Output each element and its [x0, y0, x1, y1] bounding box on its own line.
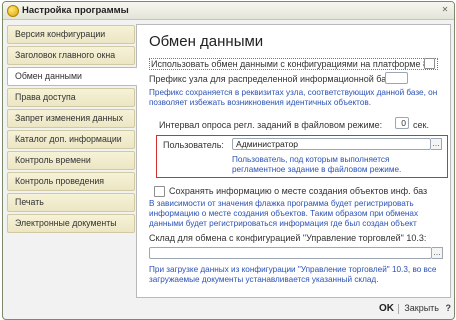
user-note: Пользователь, под которым выполняется ре…	[232, 155, 402, 174]
window-title: Настройка программы	[22, 5, 129, 16]
warehouse-label: Склад для обмена с конфигурацией "Управл…	[149, 233, 427, 243]
sidebar-item-label: Электронные документы	[15, 218, 117, 228]
warehouse-select-button[interactable]: …	[432, 247, 443, 259]
sidebar-item-posting-control[interactable]: Контроль проведения	[7, 172, 135, 191]
sidebar-item-print[interactable]: Печать	[7, 193, 135, 212]
sidebar-item-config-version[interactable]: Версия конфигурации	[7, 25, 135, 44]
interval-label: Интервал опроса регл. заданий в файловом…	[159, 120, 383, 130]
user-label: Пользователь:	[163, 140, 224, 150]
sidebar-item-label: Версия конфигурации	[15, 29, 106, 39]
settings-window: Настройка программы ✕ Версия конфигураци…	[2, 1, 455, 320]
sidebar-item-label: Контроль проведения	[15, 176, 105, 186]
user-select-button[interactable]: …	[431, 138, 442, 150]
save-place-checkbox[interactable]	[154, 186, 165, 197]
sidebar-item-label: Печать	[15, 197, 44, 207]
close-button[interactable]: Закрыть	[404, 303, 439, 313]
dialog-footer: OK Закрыть ?	[3, 297, 454, 319]
use-exchange-checkbox[interactable]	[424, 58, 435, 69]
sidebar-item-e-documents[interactable]: Электронные документы	[7, 214, 135, 233]
sidebar-item-extra-info-catalog[interactable]: Каталог доп. информации	[7, 130, 135, 149]
prefix-input[interactable]	[385, 72, 408, 84]
sidebar-item-label: Заголовок главного окна	[15, 50, 116, 60]
interval-unit: сек.	[413, 120, 429, 130]
sidebar-item-label: Запрет изменения данных	[15, 113, 124, 123]
ok-button[interactable]: OK	[379, 303, 394, 314]
interval-input[interactable]: 0	[395, 117, 409, 129]
save-place-label: Сохранять информацию о месте создания об…	[169, 186, 428, 196]
title-bar: Настройка программы ✕	[3, 2, 454, 20]
close-icon[interactable]: ✕	[440, 5, 450, 15]
sidebar-item-label: Права доступа	[15, 92, 76, 102]
sidebar-item-main-window-title[interactable]: Заголовок главного окна	[7, 46, 135, 65]
settings-sidebar: Версия конфигурации Заголовок главного о…	[7, 25, 137, 235]
sidebar-item-data-exchange[interactable]: Обмен данными	[7, 67, 137, 86]
sidebar-item-label: Каталог доп. информации	[15, 134, 122, 144]
sidebar-item-label: Обмен данными	[15, 71, 82, 81]
help-button[interactable]: ?	[446, 303, 452, 313]
page-title: Обмен данными	[149, 33, 264, 50]
sidebar-item-access-rights[interactable]: Права доступа	[7, 88, 135, 107]
sidebar-item-edit-lock[interactable]: Запрет изменения данных	[7, 109, 135, 128]
prefix-label: Префикс узла для распределенной информац…	[149, 74, 400, 84]
save-place-note: В зависимости от значения флажка програм…	[149, 199, 419, 228]
prefix-note: Префикс сохраняется в реквизитах узла, с…	[149, 88, 438, 107]
footer-separator	[398, 304, 399, 314]
sidebar-item-time-control[interactable]: Контроль времени	[7, 151, 135, 170]
app-logo-icon	[7, 5, 19, 17]
sidebar-item-label: Контроль времени	[15, 155, 91, 165]
user-input[interactable]: Администратор	[232, 138, 431, 150]
warehouse-input[interactable]	[149, 247, 432, 259]
use-exchange-label: Использовать обмен данными с конфигураци…	[149, 58, 438, 70]
settings-panel: Обмен данными Использовать обмен данными…	[136, 24, 451, 298]
warehouse-note: При загрузке данных из конфигурации "Упр…	[149, 265, 437, 284]
